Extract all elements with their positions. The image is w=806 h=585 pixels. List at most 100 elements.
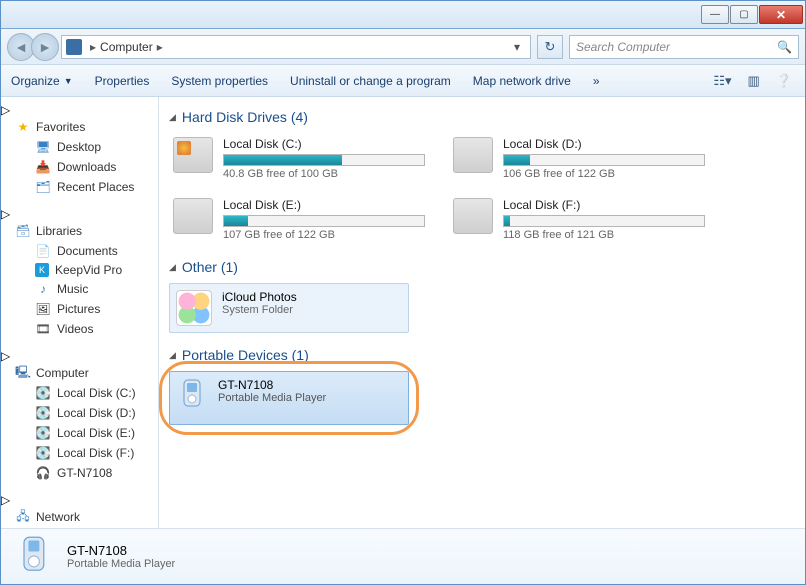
drive-c[interactable]: Local Disk (C:) 40.8 GB free of 100 GB [169,133,429,184]
titlebar: — ▢ ✕ [1,1,805,29]
sidebar-computer-header[interactable]: 🖳Computer [1,363,158,383]
libraries-icon: 🗃 [15,223,31,239]
mp3-player-icon: 🎧 [35,465,51,481]
capacity-bar [503,215,705,227]
drive-icon [453,198,493,234]
drive-icon: 💽 [35,445,51,461]
toolbar: Organize ▼ Properties System properties … [1,65,805,97]
desktop-icon: 🖥 [35,139,51,155]
sidebar-favorites: ▷ ★Favorites 🖥Desktop 📥Downloads 🗂Recent… [1,103,158,197]
minimize-button[interactable]: — [701,5,729,24]
mp3-player-icon [15,535,55,579]
downloads-icon: 📥 [35,159,51,175]
sidebar-item-downloads[interactable]: 📥Downloads [1,157,158,177]
portable-highlight: GT-N7108 Portable Media Player [169,371,409,425]
music-icon: ♪ [35,281,51,297]
sidebar-item-drive-c[interactable]: 💽Local Disk (C:) [1,383,158,403]
collapse-icon[interactable]: ▷ [1,493,10,507]
sidebar-network: ▷ 🖧Network [1,493,158,527]
app-icon: K [35,263,49,277]
drive-icon: 💽 [35,385,51,401]
collapse-icon: ◢ [169,262,176,273]
videos-icon: 🎞 [35,321,51,337]
details-name: GT-N7108 [67,543,175,558]
drive-d[interactable]: Local Disk (D:) 106 GB free of 122 GB [449,133,709,184]
capacity-bar [223,215,425,227]
pictures-icon: 🖼 [35,301,51,317]
network-icon: 🖧 [15,509,31,525]
drive-icon: 💽 [35,425,51,441]
address-bar[interactable]: ▸ Computer ▸ ▾ [61,35,531,59]
documents-icon: 📄 [35,243,51,259]
sidebar-libraries-header[interactable]: 🗃Libraries [1,221,158,241]
uninstall-button[interactable]: Uninstall or change a program [290,74,451,88]
chevron-down-icon: ▼ [64,76,73,86]
toolbar-right: ☷▾ ▥ ❔ [710,70,795,92]
sidebar-libraries: ▷ 🗃Libraries 📄Documents KKeepVid Pro ♪Mu… [1,207,158,339]
sidebar-item-gtn7108[interactable]: 🎧GT-N7108 [1,463,158,483]
navbar: ◄ ► ▸ Computer ▸ ▾ ↻ Search Computer 🔍 [1,29,805,65]
nav-buttons: ◄ ► [7,33,55,61]
close-button[interactable]: ✕ [759,5,803,24]
search-input[interactable]: Search Computer 🔍 [569,35,799,59]
properties-button[interactable]: Properties [95,74,150,88]
mp3-player-icon [176,378,208,418]
refresh-button[interactable]: ↻ [537,35,563,59]
group-portable[interactable]: ◢Portable Devices (1) [169,347,795,363]
map-drive-button[interactable]: Map network drive [473,74,571,88]
forward-button[interactable]: ► [31,33,59,61]
toolbar-overflow[interactable]: » [593,74,600,88]
help-button[interactable]: ❔ [773,70,795,92]
system-properties-button[interactable]: System properties [171,74,268,88]
organize-menu[interactable]: Organize ▼ [11,74,73,88]
chevron-icon: ▸ [86,40,100,54]
sidebar-item-music[interactable]: ♪Music [1,279,158,299]
capacity-bar [223,154,425,166]
group-hdd[interactable]: ◢Hard Disk Drives (4) [169,109,795,125]
sidebar-item-drive-f[interactable]: 💽Local Disk (F:) [1,443,158,463]
icloud-photos-icon [176,290,212,326]
drive-icon [453,137,493,173]
sidebar-item-documents[interactable]: 📄Documents [1,241,158,261]
body: ▷ ★Favorites 🖥Desktop 📥Downloads 🗂Recent… [1,97,805,528]
chevron-icon[interactable]: ▸ [153,40,167,54]
sidebar-network-header[interactable]: 🖧Network [1,507,158,527]
main-content: ◢Hard Disk Drives (4) Local Disk (C:) 40… [159,97,805,528]
details-pane: GT-N7108 Portable Media Player [1,528,805,584]
gt-n7108-item[interactable]: GT-N7108 Portable Media Player [169,371,409,425]
details-desc: Portable Media Player [67,558,175,570]
sidebar-favorites-header[interactable]: ★Favorites [1,117,158,137]
view-options-button[interactable]: ☷▾ [710,70,734,92]
sidebar-item-pictures[interactable]: 🖼Pictures [1,299,158,319]
sidebar-item-drive-d[interactable]: 💽Local Disk (D:) [1,403,158,423]
capacity-bar [503,154,705,166]
collapse-icon: ◢ [169,112,176,123]
star-icon: ★ [15,119,31,135]
collapse-icon[interactable]: ▷ [1,349,10,363]
sidebar: ▷ ★Favorites 🖥Desktop 📥Downloads 🗂Recent… [1,97,159,528]
explorer-window: — ▢ ✕ ◄ ► ▸ Computer ▸ ▾ ↻ Search Comput… [0,0,806,585]
address-dropdown-button[interactable]: ▾ [508,40,526,54]
drive-icon [173,198,213,234]
icloud-photos-item[interactable]: iCloud Photos System Folder [169,283,409,333]
preview-pane-button[interactable]: ▥ [745,70,763,92]
computer-icon: 🖳 [15,365,31,381]
sidebar-item-desktop[interactable]: 🖥Desktop [1,137,158,157]
drive-f[interactable]: Local Disk (F:) 118 GB free of 121 GB [449,194,709,245]
drive-e[interactable]: Local Disk (E:) 107 GB free of 122 GB [169,194,429,245]
search-icon: 🔍 [777,40,792,54]
sidebar-computer: ▷ 🖳Computer 💽Local Disk (C:) 💽Local Disk… [1,349,158,483]
group-other[interactable]: ◢Other (1) [169,259,795,275]
sidebar-item-videos[interactable]: 🎞Videos [1,319,158,339]
collapse-icon[interactable]: ▷ [1,207,10,221]
drives-list: Local Disk (C:) 40.8 GB free of 100 GB L… [169,133,795,245]
recent-icon: 🗂 [35,179,51,195]
sidebar-item-keepvid[interactable]: KKeepVid Pro [1,261,158,279]
maximize-button[interactable]: ▢ [730,5,758,24]
collapse-icon[interactable]: ▷ [1,103,10,117]
sidebar-item-drive-e[interactable]: 💽Local Disk (E:) [1,423,158,443]
drive-icon: 💽 [35,405,51,421]
sidebar-item-recent[interactable]: 🗂Recent Places [1,177,158,197]
computer-icon [66,39,82,55]
breadcrumb-computer[interactable]: Computer [100,40,153,54]
